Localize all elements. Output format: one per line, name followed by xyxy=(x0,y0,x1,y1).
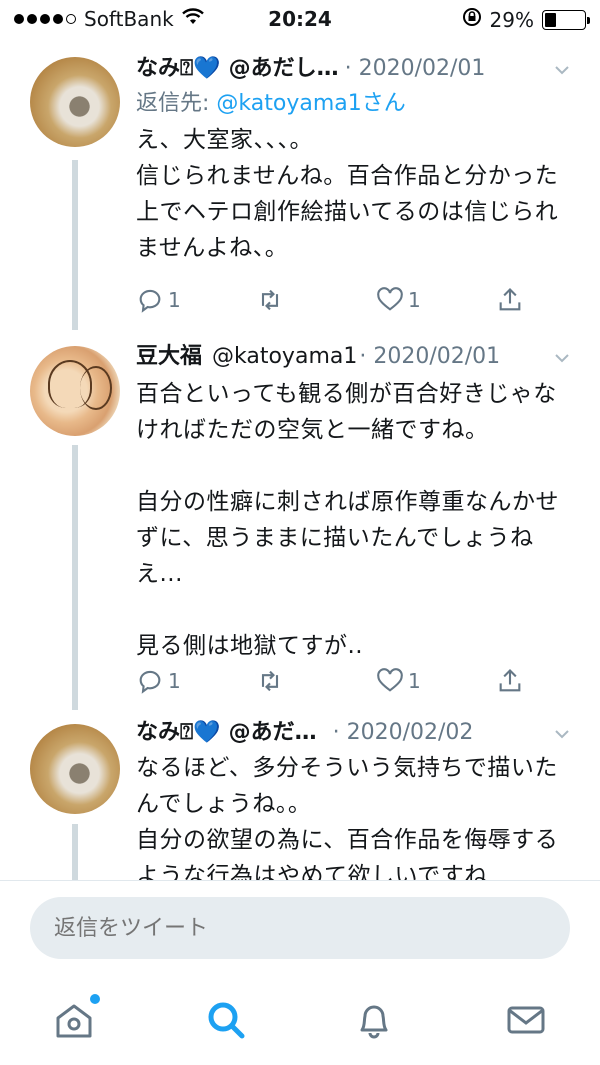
tab-notifications[interactable] xyxy=(352,998,396,1042)
search-icon xyxy=(208,1002,245,1039)
notifications-icon xyxy=(360,1005,388,1039)
notification-dot xyxy=(90,994,100,1004)
like-button[interactable]: 1 xyxy=(376,666,496,696)
reply-input[interactable] xyxy=(30,897,570,959)
reply-icon xyxy=(139,289,161,313)
reply-count: 1 xyxy=(168,288,181,312)
tab-search[interactable] xyxy=(204,998,248,1042)
heart-icon xyxy=(377,287,403,311)
tab-bar xyxy=(0,980,600,1065)
tweet-text: 百合といっても観る側が百合好きじゃなければただの空気と一緒ですね。 自分の性癖に… xyxy=(136,381,559,659)
user-handle[interactable]: @あだ… xyxy=(229,718,317,748)
tweet-date[interactable]: · 2020/02/01 xyxy=(359,342,500,372)
tweet-text: なるほど、多分そういう気持ちで描いたんでしょうね。。 自分の欲望の為に、百合作品… xyxy=(136,755,559,880)
display-name[interactable]: なみ⍰💙 xyxy=(136,54,221,84)
user-handle[interactable]: @katoyama1 xyxy=(212,342,357,372)
heart-icon xyxy=(377,668,403,692)
chevron-down-icon[interactable] xyxy=(554,62,570,78)
share-button[interactable] xyxy=(496,666,536,696)
share-button[interactable] xyxy=(496,285,536,315)
reply-button[interactable]: 1 xyxy=(136,666,256,696)
tweet-text: え、大室家、、、。 信じられませんね。百合作品と分かった上でヘテロ創作絵描いてる… xyxy=(136,127,559,261)
tab-messages[interactable] xyxy=(504,998,548,1042)
orientation-lock-icon xyxy=(462,7,482,32)
tweet-date[interactable]: · 2020/02/01 xyxy=(345,54,486,84)
tweet[interactable]: 豆大福 @katoyama1 · 2020/02/01 百合といっても観る側が百… xyxy=(0,340,600,712)
retweet-button[interactable] xyxy=(256,666,376,696)
reply-composer xyxy=(0,880,600,980)
thread-line xyxy=(72,160,78,330)
reply-icon xyxy=(139,670,161,694)
avatar[interactable] xyxy=(30,57,120,147)
avatar[interactable] xyxy=(30,724,120,814)
reply-count: 1 xyxy=(168,669,181,693)
tweet[interactable]: なみ⍰💙 @あだし… · 2020/02/01 返信先: @katoyama1さ… xyxy=(0,40,600,340)
reply-to-user[interactable]: @katoyama1さん xyxy=(216,91,405,116)
user-handle[interactable]: @あだし… xyxy=(229,54,339,84)
reply-button[interactable]: 1 xyxy=(136,285,256,315)
like-button[interactable]: 1 xyxy=(376,285,496,315)
thread-line xyxy=(72,824,78,880)
retweet-button[interactable] xyxy=(256,285,376,315)
home-icon xyxy=(56,1004,92,1038)
retweet-icon xyxy=(261,289,279,311)
thread-line xyxy=(72,445,78,710)
share-icon xyxy=(499,288,521,311)
messages-icon xyxy=(507,1006,545,1034)
reply-to-prefix: 返信先: xyxy=(136,91,217,116)
like-count: 1 xyxy=(408,288,421,312)
like-count: 1 xyxy=(408,669,421,693)
tweet[interactable]: なみ⍰💙 @あだ… · 2020/02/02 なるほど、多分そういう気持ちで描い… xyxy=(0,712,600,880)
reply-to: 返信先: @katoyama1さん xyxy=(136,88,576,120)
retweet-icon xyxy=(261,670,279,692)
display-name[interactable]: なみ⍰💙 xyxy=(136,718,221,748)
chevron-down-icon[interactable] xyxy=(554,350,570,366)
battery-icon xyxy=(542,9,590,30)
avatar[interactable] xyxy=(30,346,120,436)
tab-home[interactable] xyxy=(52,994,100,1042)
display-name[interactable]: 豆大福 xyxy=(136,342,202,372)
battery-percent: 29% xyxy=(489,7,534,32)
status-bar: SoftBank 20:24 29% xyxy=(0,0,600,40)
share-icon xyxy=(499,669,521,692)
tweet-date[interactable]: · 2020/02/02 xyxy=(333,718,474,748)
chevron-down-icon[interactable] xyxy=(554,726,570,742)
